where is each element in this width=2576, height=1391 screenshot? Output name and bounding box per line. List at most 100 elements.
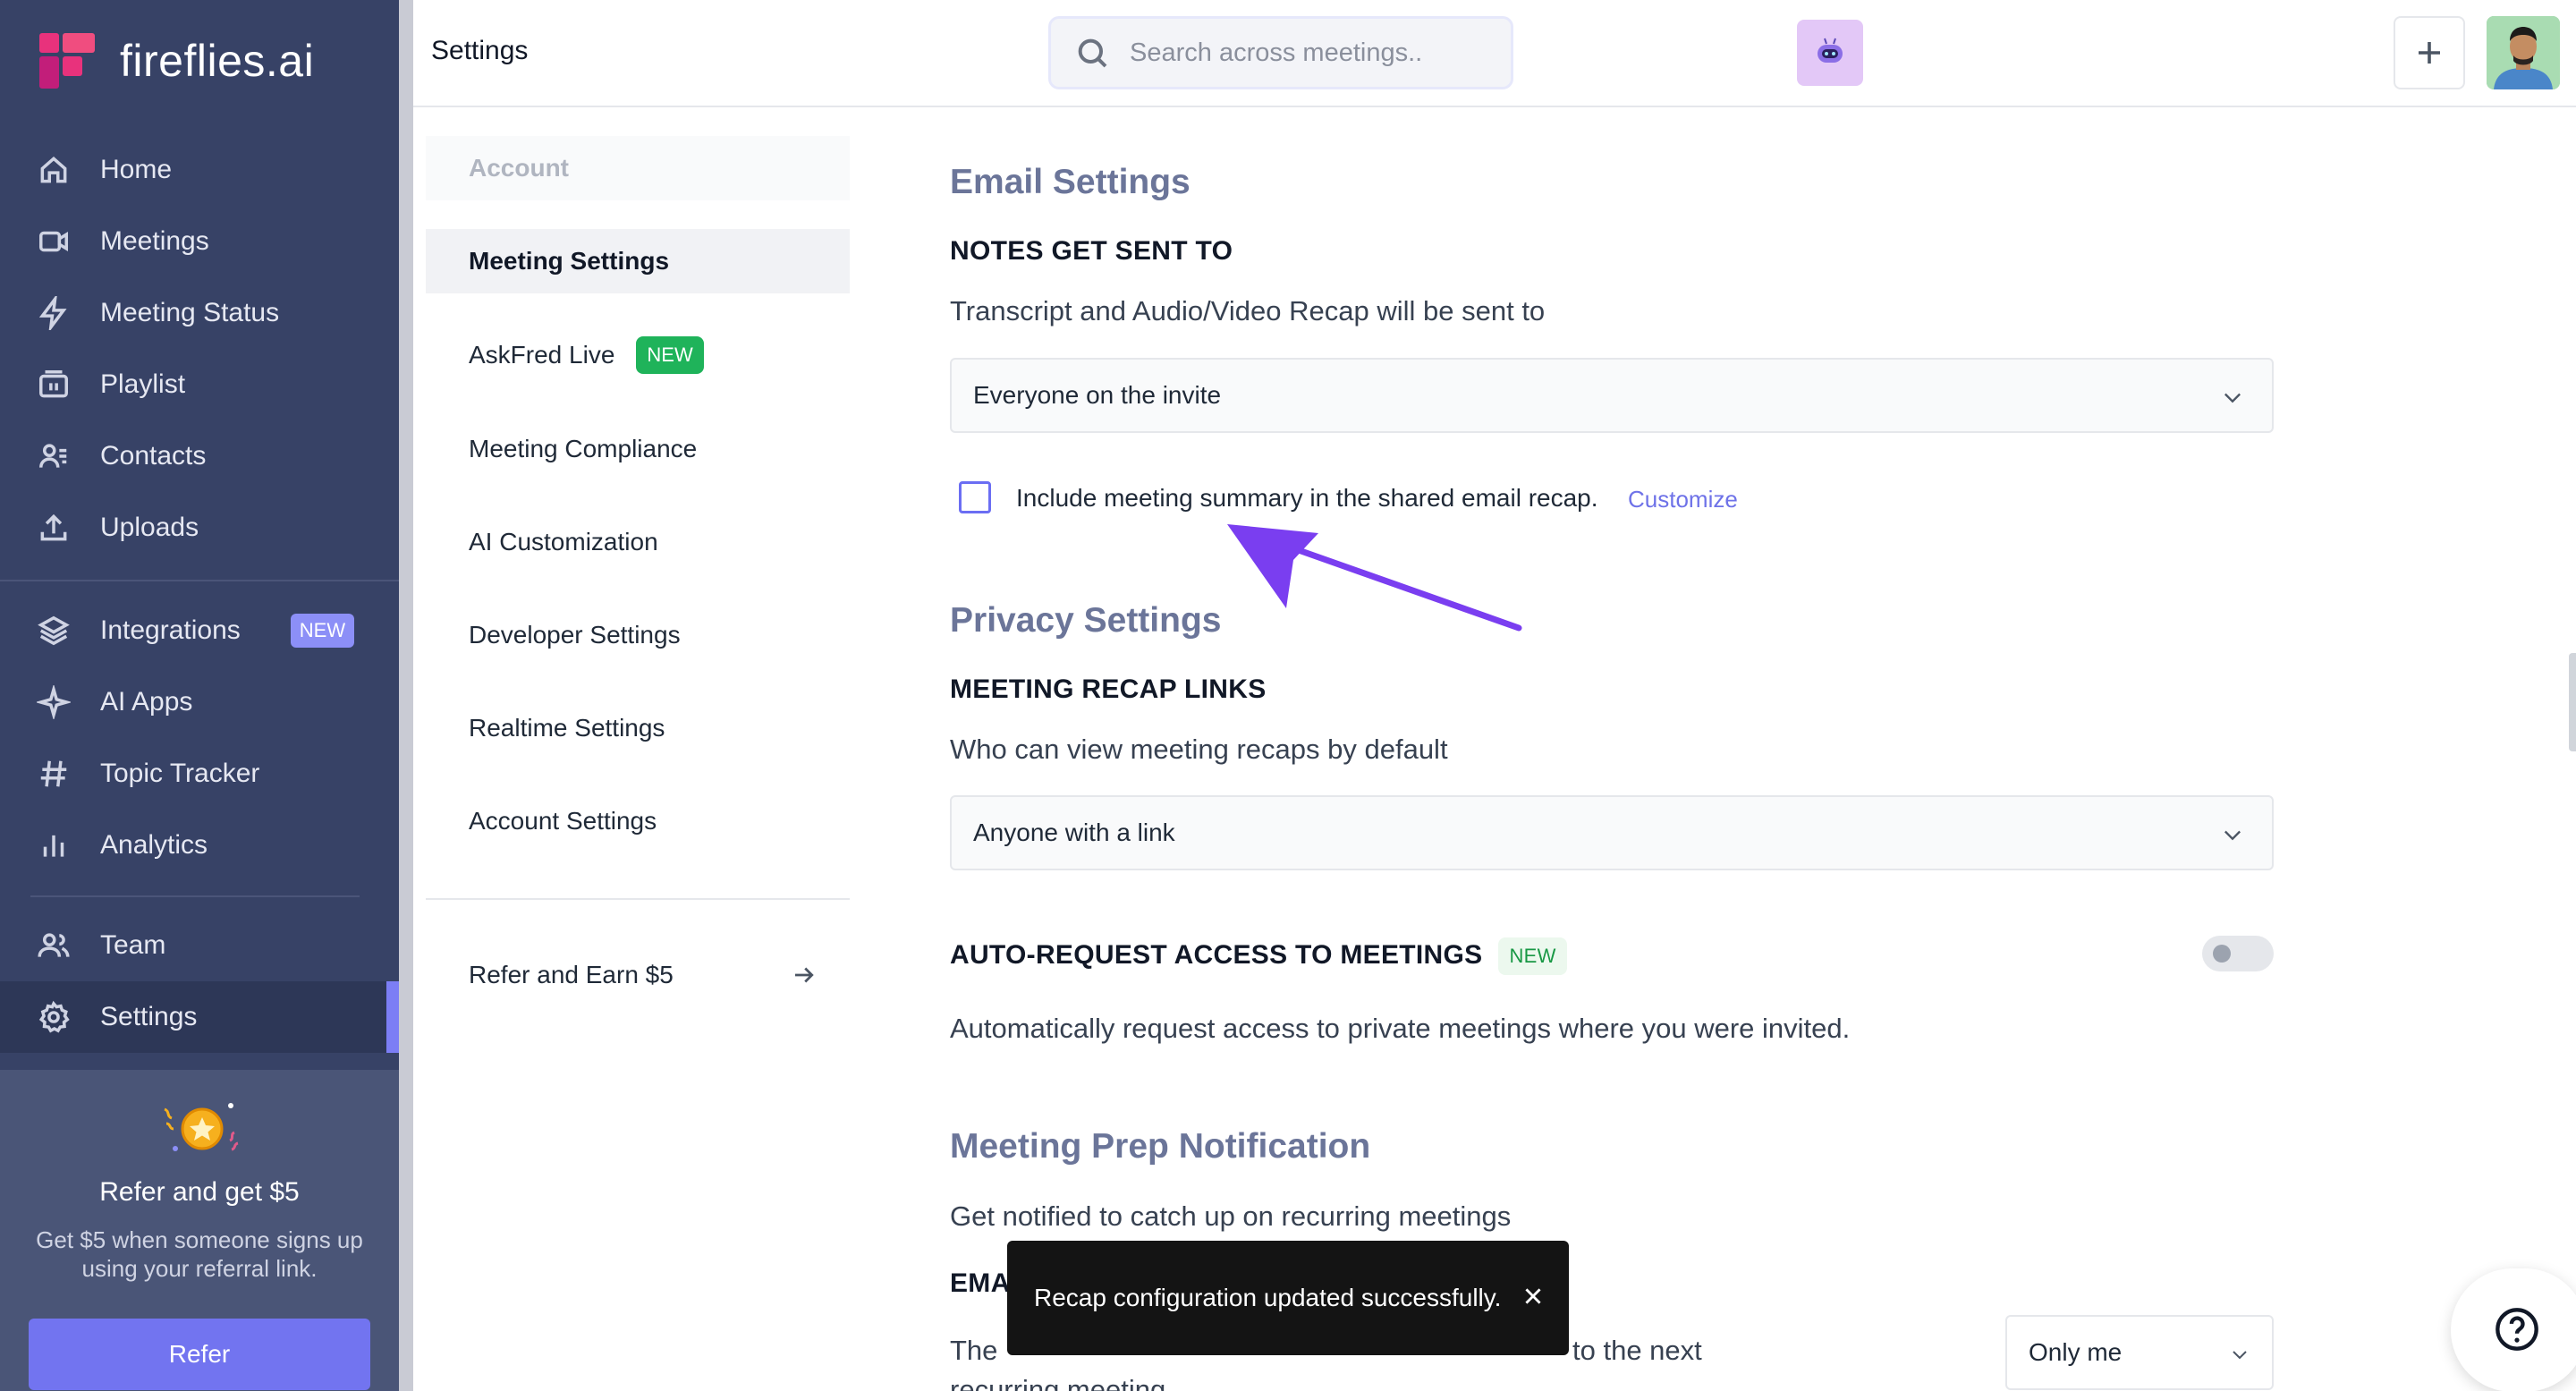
auto-request-toggle[interactable]: [2202, 936, 2274, 971]
sidebar-item-label: Analytics: [100, 830, 208, 860]
submenu-item-ai-customization[interactable]: AI Customization: [426, 510, 850, 574]
video-icon: [36, 224, 72, 259]
brand-name: fireflies.ai: [120, 36, 315, 86]
sidebar-item-integrations[interactable]: Integrations NEW: [0, 595, 399, 666]
email-notification-desc-start: The: [950, 1335, 998, 1366]
sidebar-nav-account: Team Settings: [0, 910, 399, 1053]
sidebar-nav-main: Home Meetings Meeting Status Playlist Co…: [0, 134, 399, 564]
team-icon: [36, 928, 72, 963]
chevron-down-icon: [2224, 393, 2241, 403]
search-bar[interactable]: [1048, 16, 1513, 89]
sidebar-item-uploads[interactable]: Uploads: [0, 492, 399, 564]
chevron-down-icon: [2233, 1351, 2247, 1360]
submenu-item-developer-settings[interactable]: Developer Settings: [426, 603, 850, 667]
sidebar-item-contacts[interactable]: Contacts: [0, 420, 399, 492]
refer-and-earn-link[interactable]: Refer and Earn $5: [426, 943, 850, 1007]
brand-logo[interactable]: fireflies.ai: [36, 27, 314, 95]
sidebar-item-meeting-status[interactable]: Meeting Status: [0, 277, 399, 349]
refer-link-label: Refer and Earn $5: [469, 961, 674, 988]
notes-sent-to-description: Transcript and Audio/Video Recap will be…: [950, 295, 1546, 327]
sidebar-item-playlist[interactable]: Playlist: [0, 349, 399, 420]
submenu-item-label: Developer Settings: [469, 621, 681, 649]
sidebar-item-meetings[interactable]: Meetings: [0, 206, 399, 277]
include-summary-label: Include meeting summary in the shared em…: [1016, 484, 1598, 512]
sidebar-item-settings[interactable]: Settings: [0, 981, 399, 1053]
email-notification-label: EMA: [950, 1268, 1011, 1298]
submenu-item-meeting-settings[interactable]: Meeting Settings: [426, 229, 850, 293]
success-toast: Recap configuration updated successfully…: [1007, 1241, 1569, 1355]
help-button[interactable]: [2451, 1268, 2576, 1391]
assistant-bot-button[interactable]: [1797, 20, 1863, 86]
sidebar-item-label: Team: [100, 930, 166, 960]
select-value: Everyone on the invite: [973, 381, 1222, 409]
submenu-item-meeting-compliance[interactable]: Meeting Compliance: [426, 417, 850, 481]
submenu-item-askfred-live[interactable]: AskFred Live NEW: [426, 323, 850, 387]
submenu-item-account-settings[interactable]: Account Settings: [426, 789, 850, 853]
select-value: Anyone with a link: [973, 818, 1175, 846]
meeting-prep-heading: Meeting Prep Notification: [950, 1127, 1371, 1166]
refer-card: Refer and get $5 Get $5 when someone sig…: [0, 1070, 399, 1391]
sidebar-nav-tools: Integrations NEW AI Apps Topic Tracker A…: [0, 595, 399, 881]
sidebar-item-label: Integrations: [100, 615, 241, 645]
question-mark-icon: [2496, 1308, 2538, 1351]
submenu-item-label: Realtime Settings: [469, 714, 665, 742]
user-avatar[interactable]: [2487, 16, 2560, 89]
sidebar-item-home[interactable]: Home: [0, 134, 399, 206]
submenu-divider: [426, 898, 850, 900]
new-badge: NEW: [1498, 937, 1567, 975]
gear-icon: [36, 999, 72, 1035]
sidebar-item-label: Settings: [100, 1002, 198, 1031]
sidebar-item-label: Meetings: [100, 226, 209, 256]
email-settings-heading: Email Settings: [950, 163, 1191, 201]
sidebar-item-label: Topic Tracker: [100, 759, 260, 788]
add-button[interactable]: [2394, 16, 2465, 89]
toast-close-button[interactable]: [1513, 1276, 1553, 1316]
playlist-icon: [36, 367, 72, 403]
refer-description: Get $5 when someone signs up using your …: [36, 1226, 363, 1282]
sidebar-item-ai-apps[interactable]: AI Apps: [0, 666, 399, 738]
auto-request-access-label: AUTO-REQUEST ACCESS TO MEETINGS NEW: [950, 937, 1567, 975]
sidebar-divider: [30, 895, 360, 897]
analytics-icon: [36, 827, 72, 863]
search-input[interactable]: [1130, 38, 1487, 68]
sidebar-item-analytics[interactable]: Analytics: [0, 810, 399, 881]
prep-notification-recipient-select[interactable]: Only me: [2005, 1315, 2274, 1390]
avatar-image: [2487, 16, 2560, 89]
refer-title: Refer and get $5: [99, 1177, 300, 1207]
privacy-settings-heading: Privacy Settings: [950, 601, 1222, 640]
auto-request-description: Automatically request access to private …: [950, 1013, 1851, 1044]
sidebar-scrollbar[interactable]: [399, 0, 413, 1391]
notes-recipients-select[interactable]: Everyone on the invite: [950, 358, 2274, 433]
auto-request-title: AUTO-REQUEST ACCESS TO MEETINGS: [950, 939, 1483, 970]
sidebar-item-topic-tracker[interactable]: Topic Tracker: [0, 738, 399, 810]
arrow-right-icon: [795, 967, 814, 983]
sidebar-item-label: Playlist: [100, 369, 186, 399]
home-icon: [36, 152, 72, 188]
sidebar-divider: [0, 580, 399, 581]
submenu-item-realtime-settings[interactable]: Realtime Settings: [426, 696, 850, 760]
page-title: Settings: [431, 36, 529, 65]
close-icon: [1525, 1288, 1541, 1304]
notes-sent-to-label: NOTES GET SENT TO: [950, 236, 1233, 266]
meeting-recap-links-label: MEETING RECAP LINKS: [950, 674, 1267, 704]
sidebar-item-label: Meeting Status: [100, 298, 280, 327]
sidebar-item-team[interactable]: Team: [0, 910, 399, 981]
refer-button[interactable]: Refer: [29, 1319, 370, 1390]
top-header: Settings: [413, 0, 2576, 107]
submenu-item-label: Meeting Settings: [469, 247, 670, 275]
search-icon: [1078, 38, 1107, 68]
recap-links-access-select[interactable]: Anyone with a link: [950, 795, 2274, 870]
meeting-prep-description: Get notified to catch up on recurring me…: [950, 1200, 1512, 1232]
submenu-item-label: AskFred Live: [469, 341, 615, 369]
submenu-item-label: Account Settings: [469, 807, 657, 835]
fireflies-logo-icon: [36, 30, 98, 92]
upload-icon: [36, 510, 72, 546]
submenu-item-label: AI Customization: [469, 528, 658, 556]
edge-panel-tab[interactable]: [2569, 653, 2576, 751]
meeting-recap-links-description: Who can view meeting recaps by default: [950, 734, 1448, 765]
customize-link[interactable]: Customize: [1628, 486, 1738, 513]
email-notification-desc-line2: recurring meeting: [950, 1374, 1166, 1391]
submenu-item-label: Meeting Compliance: [469, 435, 698, 462]
include-summary-checkbox[interactable]: [959, 481, 991, 513]
plus-icon: [2419, 42, 2440, 64]
